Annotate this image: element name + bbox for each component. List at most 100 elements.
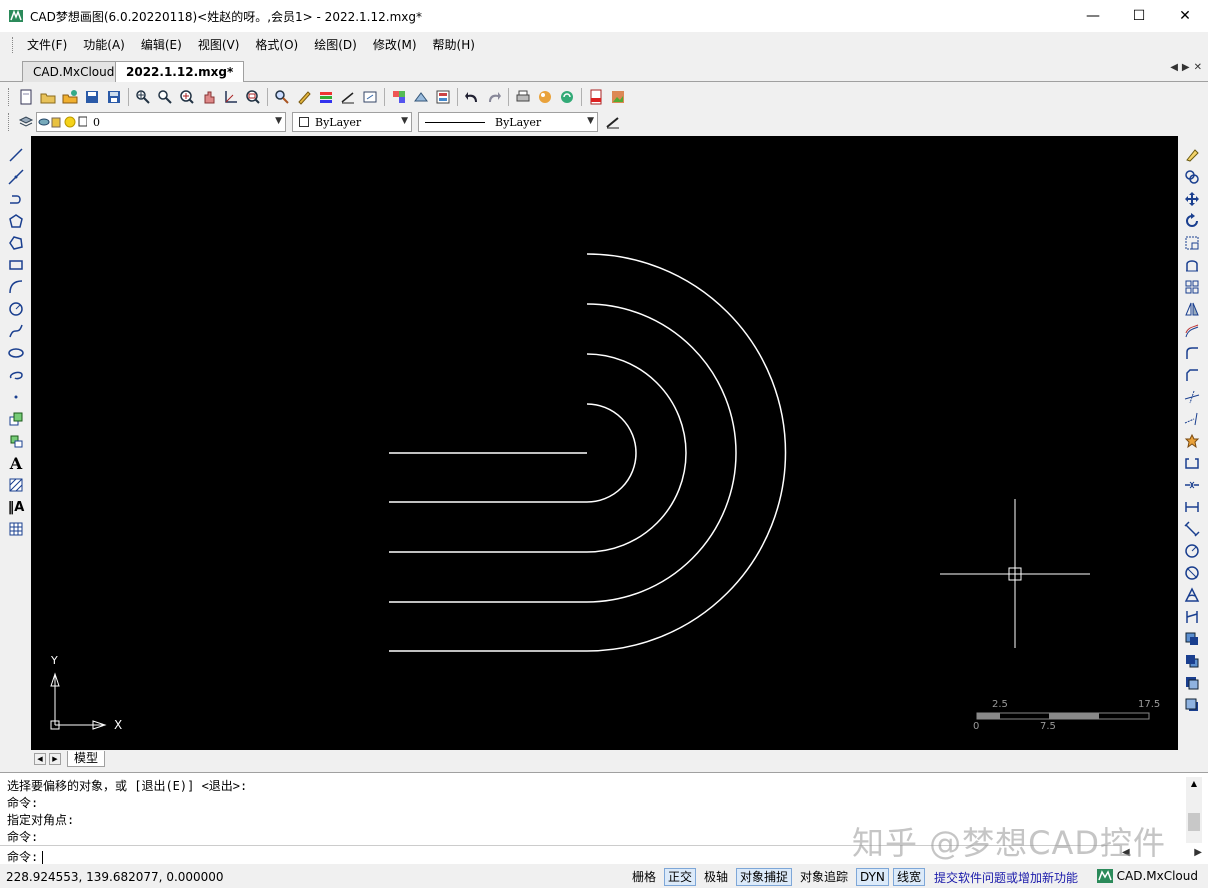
toggle-otrack[interactable]: 对象追踪: [796, 868, 852, 886]
save-as-icon[interactable]: [103, 86, 125, 108]
join-icon[interactable]: [1181, 474, 1203, 496]
ellipse-arc-icon[interactable]: [5, 364, 27, 386]
diameter-dimension-icon[interactable]: [1181, 562, 1203, 584]
circle-icon[interactable]: [5, 298, 27, 320]
linear-dimension-icon[interactable]: [1181, 496, 1203, 518]
polygon-icon[interactable]: [5, 210, 27, 232]
color-select[interactable]: ByLayer ▼: [292, 112, 412, 132]
insert-block-icon[interactable]: [5, 408, 27, 430]
match-properties-icon[interactable]: [293, 86, 315, 108]
point-icon[interactable]: [5, 386, 27, 408]
zoom-extents-icon[interactable]: [176, 86, 198, 108]
layer-properties-icon[interactable]: [15, 111, 37, 133]
menu-modify[interactable]: 修改(M): [365, 32, 425, 58]
pan-icon[interactable]: [198, 86, 220, 108]
radius-dimension-icon[interactable]: [1181, 540, 1203, 562]
minimize-button[interactable]: —: [1070, 0, 1116, 32]
layer-up-icon[interactable]: [1181, 628, 1203, 650]
new-file-icon[interactable]: [15, 86, 37, 108]
aligned-dimension-icon[interactable]: [1181, 518, 1203, 540]
chamfer-icon[interactable]: [1181, 364, 1203, 386]
array-icon[interactable]: [1181, 276, 1203, 298]
send-back-icon[interactable]: [1181, 694, 1203, 716]
menu-format[interactable]: 格式(O): [247, 32, 306, 58]
export-image-icon[interactable]: [607, 86, 629, 108]
open-file-icon[interactable]: [37, 86, 59, 108]
save-icon[interactable]: [81, 86, 103, 108]
image-insert-icon[interactable]: [410, 86, 432, 108]
open-cloud-icon[interactable]: [59, 86, 81, 108]
print-icon[interactable]: [512, 86, 534, 108]
menu-help[interactable]: 帮助(H): [425, 32, 483, 58]
move-icon[interactable]: [1181, 188, 1203, 210]
feedback-link[interactable]: 提交软件问题或增加新功能: [934, 869, 1078, 886]
ucs-icon[interactable]: [220, 86, 242, 108]
toolbar-grip[interactable]: [8, 88, 11, 106]
text-icon[interactable]: A: [5, 452, 27, 474]
construction-line-icon[interactable]: [5, 166, 27, 188]
offset-icon[interactable]: [1181, 320, 1203, 342]
zoom-realtime-icon[interactable]: [132, 86, 154, 108]
drawing-canvas[interactable]: Y X 2.5 17.5 0 7.5: [31, 136, 1178, 750]
multiline-text-icon[interactable]: ‖A: [5, 496, 27, 518]
props-grip[interactable]: [8, 113, 11, 131]
menu-grip[interactable]: [12, 37, 15, 53]
scale-icon[interactable]: [1181, 232, 1203, 254]
ellipse-icon[interactable]: [5, 342, 27, 364]
polyline-icon[interactable]: [5, 188, 27, 210]
scroll-thumb[interactable]: [1188, 813, 1200, 831]
redo-icon[interactable]: [483, 86, 505, 108]
hatch-icon[interactable]: [5, 474, 27, 496]
toggle-dyn[interactable]: DYN: [856, 868, 889, 886]
linetype-icon[interactable]: [337, 86, 359, 108]
tab-model[interactable]: 模型: [67, 751, 106, 767]
polygon2-icon[interactable]: [5, 232, 27, 254]
fillet-icon[interactable]: [1181, 342, 1203, 364]
trim-icon[interactable]: [1181, 386, 1203, 408]
mirror-icon[interactable]: [1181, 298, 1203, 320]
toggle-ortho[interactable]: 正交: [664, 868, 697, 886]
extend-icon[interactable]: [1181, 408, 1203, 430]
line-icon[interactable]: [5, 144, 27, 166]
maximize-button[interactable]: ☐: [1116, 0, 1162, 32]
scroll-up-icon[interactable]: ▲: [1186, 777, 1202, 791]
make-block-icon[interactable]: [5, 430, 27, 452]
break-icon[interactable]: [1181, 452, 1203, 474]
spline-icon[interactable]: [5, 320, 27, 342]
linetype-select[interactable]: ByLayer ▼: [418, 112, 598, 132]
render-icon[interactable]: [534, 86, 556, 108]
layer-manager-icon[interactable]: [315, 86, 337, 108]
table-icon[interactable]: [5, 518, 27, 540]
menu-view[interactable]: 视图(V): [190, 32, 248, 58]
zoom-previous-icon[interactable]: [242, 86, 264, 108]
find-icon[interactable]: [271, 86, 293, 108]
layout-prev-icon[interactable]: ◀: [34, 753, 46, 765]
menu-function[interactable]: 功能(A): [75, 32, 133, 58]
toggle-osnap[interactable]: 对象捕捉: [736, 868, 793, 886]
tab-2022-1-12[interactable]: 2022.1.12.mxg*: [115, 61, 245, 82]
toggle-polar[interactable]: 极轴: [700, 868, 732, 886]
external-reference-icon[interactable]: [359, 86, 381, 108]
layer-down-icon[interactable]: [1181, 650, 1203, 672]
rotate-icon[interactable]: [1181, 210, 1203, 232]
copy-icon[interactable]: [1181, 166, 1203, 188]
stretch-icon[interactable]: [1181, 254, 1203, 276]
export-pdf-icon[interactable]: [585, 86, 607, 108]
arc-icon[interactable]: [5, 276, 27, 298]
menu-edit[interactable]: 编辑(E): [133, 32, 190, 58]
toggle-lineweight[interactable]: 线宽: [893, 868, 926, 886]
explode-icon[interactable]: [1181, 430, 1203, 452]
zoom-window-icon[interactable]: [154, 86, 176, 108]
lineweight-icon[interactable]: [602, 111, 624, 133]
layout-next-icon[interactable]: ▶: [49, 753, 61, 765]
tab-next-icon[interactable]: ▶: [1182, 62, 1190, 73]
layer-select[interactable]: 0 ▼: [36, 112, 286, 132]
brand-label[interactable]: CAD.MxCloud: [1096, 869, 1198, 883]
tab-close-icon[interactable]: ✕: [1194, 62, 1202, 73]
angular-dimension-icon[interactable]: [1181, 584, 1203, 606]
rectangle-icon[interactable]: [5, 254, 27, 276]
block-insert-icon[interactable]: [388, 86, 410, 108]
erase-icon[interactable]: [1181, 144, 1203, 166]
menu-draw[interactable]: 绘图(D): [306, 32, 365, 58]
command-scrollbar[interactable]: ▲: [1186, 777, 1202, 843]
